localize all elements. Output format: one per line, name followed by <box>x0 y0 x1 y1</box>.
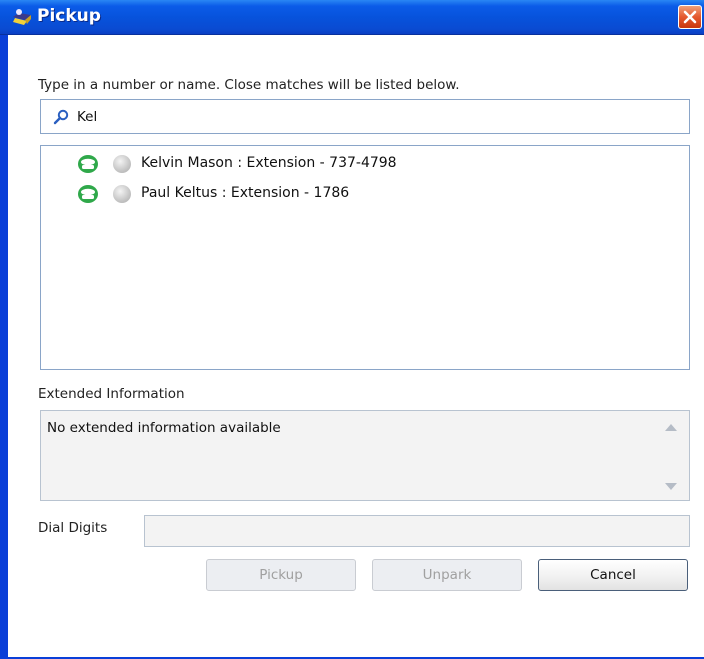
results-list[interactable]: Kelvin Mason : Extension - 737-4798 Paul… <box>40 145 690 370</box>
result-text: Paul Keltus : Extension - 1786 <box>141 185 350 201</box>
extended-info-text: No extended information available <box>47 420 281 436</box>
extended-info-label: Extended Information <box>38 386 185 402</box>
scroll-down-arrow-icon[interactable] <box>663 481 679 496</box>
scroll-up-arrow-icon[interactable] <box>663 421 679 436</box>
search-icon <box>53 109 69 129</box>
search-input[interactable] <box>77 107 667 127</box>
instruction-text: Type in a number or name. Close matches … <box>38 77 460 93</box>
title-bar[interactable]: Pickup <box>0 0 704 35</box>
search-field[interactable] <box>40 99 690 134</box>
unpark-button[interactable]: Unpark <box>372 559 522 591</box>
window-title: Pickup <box>37 6 101 26</box>
extended-info-box[interactable]: No extended information available <box>40 410 690 501</box>
result-text: Kelvin Mason : Extension - 737-4798 <box>141 155 397 171</box>
pickup-window: Pickup Type in a number or name. Close m… <box>0 0 704 659</box>
pickup-button[interactable]: Pickup <box>206 559 356 591</box>
dial-digits-field[interactable] <box>144 515 690 547</box>
close-button[interactable] <box>678 5 702 29</box>
phone-icon <box>77 184 99 208</box>
presence-status-icon <box>113 185 131 203</box>
phone-icon <box>77 154 99 178</box>
close-icon <box>683 10 697 24</box>
cancel-button[interactable]: Cancel <box>538 559 688 591</box>
dial-digits-label: Dial Digits <box>38 520 108 536</box>
presence-status-icon <box>113 155 131 173</box>
pickup-app-icon <box>11 7 35 27</box>
